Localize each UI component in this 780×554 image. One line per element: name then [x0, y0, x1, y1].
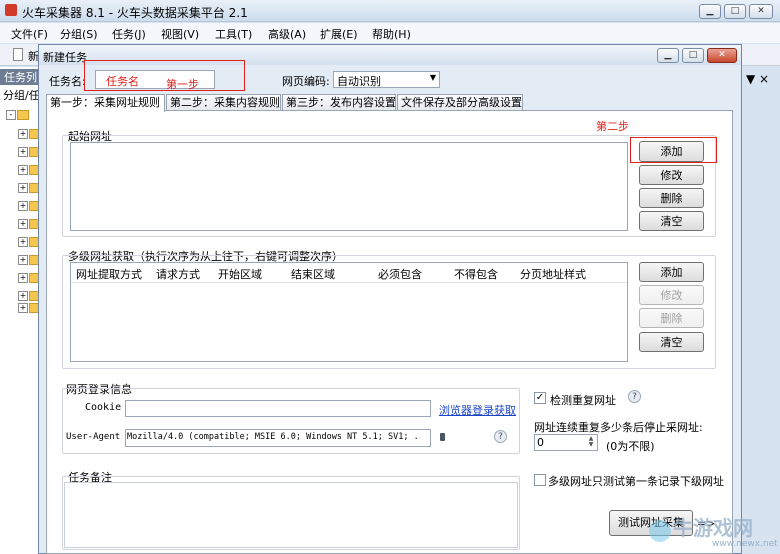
- dialog-title: 新建任务: [43, 51, 87, 64]
- main-titlebar: 火车采集器 8.1 - 火车头数据采集平台 2.1 ▁ □ ✕: [0, 0, 780, 22]
- expand-icon: +: [18, 255, 28, 265]
- stepper-arrows-icon[interactable]: ▲ ▼: [586, 436, 596, 449]
- column-header[interactable]: 必须包含: [378, 266, 422, 282]
- dialog-close-button[interactable]: ✕: [707, 48, 737, 63]
- close-button[interactable]: ✕: [749, 4, 773, 19]
- multi-url-delete-button[interactable]: 删除: [639, 308, 704, 328]
- expand-icon: +: [18, 273, 28, 283]
- column-header[interactable]: 请求方式: [156, 266, 200, 282]
- expand-icon: +: [18, 147, 28, 157]
- column-header[interactable]: 网址提取方式: [76, 266, 142, 282]
- multi-test-label: 多级网址只测试第一条记录下级网址: [548, 475, 724, 488]
- user-agent-label: User-Agent: [66, 432, 121, 442]
- folder-icon: [17, 110, 29, 120]
- dialog-minimize-button[interactable]: ▁: [657, 48, 679, 63]
- collapse-icon: -: [6, 110, 16, 120]
- expand-icon: +: [18, 303, 28, 313]
- tab-step2-label: 第二步：采集内容规则: [170, 96, 280, 109]
- tree-root[interactable]: -: [6, 110, 34, 120]
- user-agent-value: Mozilla/4.0 (compatible; MSIE 6.0; Windo…: [127, 432, 419, 442]
- expand-icon: +: [18, 201, 28, 211]
- menu-advanced[interactable]: 高级(A): [268, 26, 306, 42]
- stop-after-hint: (0为不限): [606, 440, 655, 453]
- start-url-list[interactable]: [70, 142, 628, 231]
- menu-help[interactable]: 帮助(H): [372, 26, 411, 42]
- left-panel-tab[interactable]: 任务列: [0, 69, 40, 85]
- stop-after-stepper[interactable]: 0 ▲ ▼: [534, 434, 598, 451]
- expand-icon: +: [18, 183, 28, 193]
- start-url-delete-button[interactable]: 删除: [639, 188, 704, 208]
- expand-icon: +: [18, 165, 28, 175]
- tab-step1-label: 第一步：采集网址规则: [50, 96, 160, 109]
- dialog-maximize-button[interactable]: □: [682, 48, 704, 63]
- start-url-clear-button[interactable]: 清空: [639, 211, 704, 231]
- menu-group[interactable]: 分组(S): [60, 26, 98, 42]
- user-agent-dropdown-icon[interactable]: [440, 433, 445, 441]
- cookie-label: Cookie: [85, 402, 122, 413]
- panel-controls[interactable]: ▼ ×: [746, 72, 769, 86]
- annotation-step2: 第二步: [596, 120, 629, 133]
- task-note-input[interactable]: [64, 482, 518, 548]
- cookie-input[interactable]: [125, 400, 431, 417]
- app-icon: [5, 4, 17, 16]
- start-url-add-button[interactable]: 添加: [639, 141, 704, 162]
- expand-icon: +: [18, 129, 28, 139]
- check-dup-checkbox[interactable]: ✓: [534, 392, 546, 404]
- left-panel-tab-label: 任务列: [4, 71, 37, 84]
- column-header[interactable]: 分页地址样式: [520, 266, 586, 282]
- browser-login-link[interactable]: 浏览器登录获取: [439, 402, 516, 418]
- check-dup-label: 检测重复网址: [550, 394, 616, 407]
- help-icon[interactable]: ?: [494, 430, 507, 443]
- menu-file[interactable]: 文件(F): [11, 26, 48, 42]
- annotation-step1: 第一步: [166, 78, 199, 91]
- encoding-label: 网页编码:: [282, 75, 330, 88]
- annotation-box-step1: [84, 60, 245, 91]
- tab-step3[interactable]: 第三步：发布内容设置: [282, 94, 396, 111]
- multi-url-add-button[interactable]: 添加: [639, 262, 704, 282]
- multi-test-checkbox[interactable]: [534, 474, 546, 486]
- tab-step3-label: 第三步：发布内容设置: [286, 96, 396, 109]
- menu-view[interactable]: 视图(V): [161, 26, 199, 42]
- expand-icon: +: [18, 237, 28, 247]
- encoding-select[interactable]: 自动识别 ▼: [333, 71, 440, 88]
- menu-task[interactable]: 任务(J): [112, 26, 146, 42]
- chevron-down-icon: ▼: [429, 73, 436, 82]
- multi-url-edit-button[interactable]: 修改: [639, 285, 704, 305]
- multi-url-clear-button[interactable]: 清空: [639, 332, 704, 352]
- maximize-button[interactable]: □: [724, 4, 746, 19]
- column-header[interactable]: 结束区域: [291, 266, 335, 282]
- left-panel-header: 分组/任: [3, 89, 40, 102]
- watermark-logo-icon: [649, 520, 671, 542]
- help-icon[interactable]: ?: [628, 390, 641, 403]
- menu-tools[interactable]: 工具(T): [215, 26, 252, 42]
- watermark-text: 牛游戏网: [673, 516, 753, 540]
- tab-advanced[interactable]: 文件保存及部分高级设置: [397, 94, 523, 111]
- encoding-value: 自动识别: [337, 75, 381, 88]
- minimize-button[interactable]: ▁: [699, 4, 721, 19]
- new-doc-icon[interactable]: [13, 48, 23, 61]
- tab-step1[interactable]: 第一步：采集网址规则: [46, 94, 165, 112]
- stop-after-value: 0: [537, 436, 544, 449]
- user-agent-input[interactable]: Mozilla/4.0 (compatible; MSIE 6.0; Windo…: [125, 429, 431, 447]
- column-header[interactable]: 不得包含: [454, 266, 498, 282]
- window-title: 火车采集器 8.1 - 火车头数据采集平台 2.1: [22, 6, 248, 20]
- stop-after-label: 网址连续重复多少条后停止采网址:: [534, 421, 703, 434]
- expand-icon: +: [18, 291, 28, 301]
- menu-bar: 文件(F) 分组(S) 任务(J) 视图(V) 工具(T) 高级(A) 扩展(E…: [0, 23, 780, 43]
- tab-advanced-label: 文件保存及部分高级设置: [401, 96, 522, 109]
- menu-extend[interactable]: 扩展(E): [320, 26, 358, 42]
- column-header[interactable]: 开始区域: [218, 266, 262, 282]
- left-panel: 任务列 分组/任 - + + + + + + + + + + +: [0, 67, 41, 554]
- expand-icon: +: [18, 219, 28, 229]
- tab-step2[interactable]: 第二步：采集内容规则: [166, 94, 281, 111]
- task-name-label: 任务名:: [49, 75, 86, 88]
- start-url-edit-button[interactable]: 修改: [639, 165, 704, 185]
- watermark-url: www.newx.net: [712, 539, 778, 549]
